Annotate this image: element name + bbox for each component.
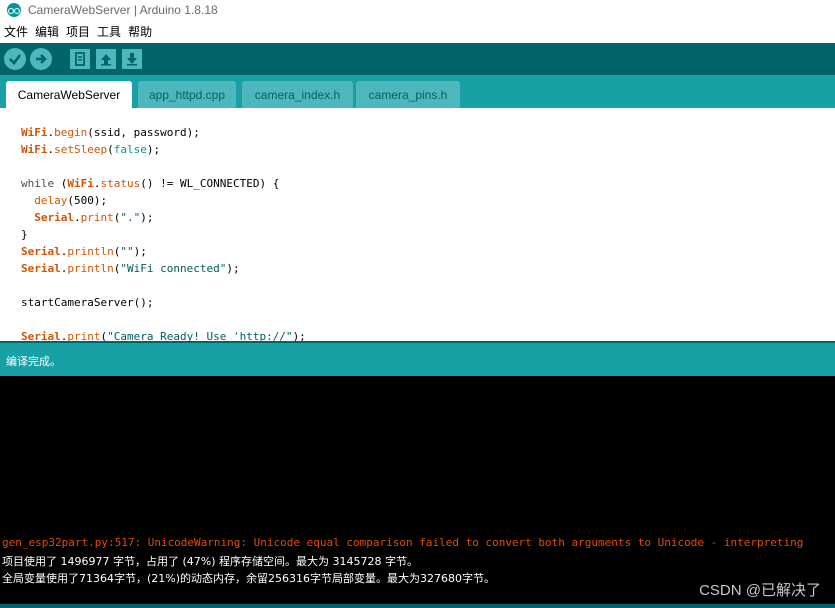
menu-bar: 文件 编辑 项目 工具 帮助 — [0, 20, 835, 42]
tab-camerawebserver[interactable]: CameraWebServer — [6, 81, 132, 108]
tab-app-httpd[interactable]: app_httpd.cpp — [138, 81, 236, 108]
open-sketch-button[interactable] — [96, 49, 116, 69]
tab-camera-pins[interactable]: camera_pins.h — [356, 81, 460, 108]
tab-bar: CameraWebServer app_httpd.cpp camera_ind… — [0, 75, 835, 108]
console-ram-usage-line: 全局变量使用了71364字节，(21%)的动态内存，余留256316字节局部变量… — [2, 572, 496, 585]
status-bar: 编译完成。 — [0, 341, 835, 378]
title-bar: CameraWebServer | Arduino 1.8.18 — [0, 0, 835, 20]
menu-file[interactable]: 文件 — [1, 23, 31, 40]
new-file-icon — [75, 52, 85, 66]
status-message: 编译完成。 — [6, 354, 61, 368]
arrow-up-icon — [101, 54, 111, 66]
arrow-right-icon — [36, 54, 47, 64]
verify-button[interactable] — [4, 48, 26, 70]
code-editor[interactable]: WiFi.begin(ssid, password); WiFi.setSlee… — [0, 108, 835, 341]
console-output[interactable]: gen_esp32part.py:517: UnicodeWarning: Un… — [0, 376, 835, 608]
csdn-watermark: CSDN @已解决了 — [699, 582, 821, 599]
arrow-down-icon — [127, 53, 137, 66]
tab-camera-index[interactable]: camera_index.h — [242, 81, 353, 108]
window-title: CameraWebServer | Arduino 1.8.18 — [28, 3, 218, 17]
new-sketch-button[interactable] — [70, 49, 90, 69]
upload-button[interactable] — [30, 48, 52, 70]
save-sketch-button[interactable] — [122, 49, 142, 69]
menu-help[interactable]: 帮助 — [125, 23, 155, 40]
console-bottom-border — [0, 604, 835, 608]
menu-tools[interactable]: 工具 — [94, 23, 124, 40]
toolbar — [0, 43, 835, 75]
menu-sketch[interactable]: 项目 — [63, 23, 93, 40]
console-flash-usage-line: 项目使用了 1496977 字节，占用了 (47%) 程序存储空间。最大为 31… — [2, 555, 418, 568]
console-warning-line: gen_esp32part.py:517: UnicodeWarning: Un… — [2, 536, 804, 549]
arduino-logo-icon — [7, 3, 21, 17]
code-area[interactable]: WiFi.begin(ssid, password); WiFi.setSlee… — [21, 124, 306, 341]
checkmark-icon — [9, 54, 22, 65]
menu-edit[interactable]: 编辑 — [32, 23, 62, 40]
